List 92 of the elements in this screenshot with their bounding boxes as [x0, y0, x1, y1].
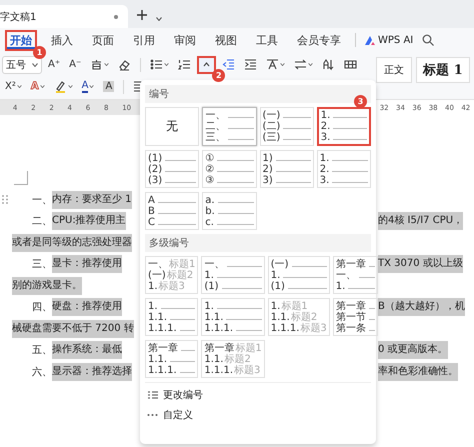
section-header: 多级编号: [145, 234, 371, 252]
caret-icon: [40, 85, 45, 88]
multilevel-option[interactable]: (一) 1. (1): [268, 256, 330, 294]
caret-icon: [32, 62, 38, 66]
numbering-option[interactable]: (1) (2) (3): [145, 150, 200, 188]
step-badge: 1: [33, 46, 46, 58]
caret-icon: [280, 63, 286, 66]
text-icon: [90, 58, 104, 71]
swap-arrows-icon: [294, 58, 308, 71]
unsaved-dot-icon: [114, 14, 118, 18]
style-preset[interactable]: 正文: [376, 57, 412, 83]
selected-text: 别的游戏显卡。: [12, 276, 82, 295]
menu-tab[interactable]: 开始: [5, 30, 37, 50]
selected-text: 显示器：推荐选择: [52, 362, 132, 381]
selected-text: 操作系统：最低: [52, 341, 122, 360]
list-icon: [147, 390, 158, 400]
numbering-option[interactable]: 1. 2. 3.: [316, 107, 371, 146]
multilevel-option[interactable]: 一、标题1 (一)标题2 1.标题3: [145, 256, 198, 294]
multilevel-option[interactable]: 第一章 第一节 第一条: [332, 298, 378, 336]
menu-tab[interactable]: 页面: [87, 30, 119, 50]
menu-tab[interactable]: 插入: [46, 30, 78, 50]
menu-tab[interactable]: 视图: [210, 30, 242, 50]
caret-icon: [104, 63, 110, 66]
bulleted-list-icon: [150, 58, 164, 71]
triangle-logo-icon: [365, 36, 375, 44]
menu-tab[interactable]: 工具: [251, 30, 283, 50]
selected-text: 或者是同等级的志强处理器: [12, 234, 132, 252]
multilevel-option[interactable]: 1.标题1 1.1.标题2 1.1.1.标题3: [268, 298, 330, 336]
caret-icon: [164, 63, 170, 66]
menu-action[interactable]: 自定义: [145, 406, 371, 424]
numbering-option[interactable]: 无: [145, 107, 200, 146]
list-number: 五、: [31, 344, 52, 358]
multilevel-option[interactable]: 1. 1.1. 1.1.1.: [145, 298, 198, 336]
selected-text: 械硬盘需要不低于 7200 转: [12, 320, 134, 338]
glyph-button[interactable]: A⁻: [66, 56, 84, 74]
multilevel-option[interactable]: 1. 1.1. 1.1.1.: [201, 298, 265, 336]
selected-text: 率和色彩准确性。: [378, 362, 458, 381]
menu-action[interactable]: 更改编号: [145, 386, 371, 404]
eraser-icon: [118, 58, 132, 71]
multilevel-option[interactable]: 第一章标题1 1.1.标题2 1.1.1.标题3: [201, 340, 265, 378]
numbered-list-icon: [178, 58, 192, 71]
numbering-option[interactable]: 1) 2) 3): [260, 150, 314, 188]
shaded-glyph-button[interactable]: A: [100, 78, 118, 96]
selected-text: 内存：要求至少 1: [52, 190, 132, 209]
numbering-option[interactable]: (一) (二) (三): [260, 107, 314, 146]
caret-icon: [68, 85, 73, 88]
numbering-option[interactable]: 一、 二、 三、: [202, 107, 256, 146]
search-icon[interactable]: [422, 34, 434, 46]
style-preset[interactable]: 标题 1: [416, 57, 470, 83]
numbering-option[interactable]: a. b. c.: [202, 192, 256, 230]
list-number: 二、: [31, 215, 52, 228]
numbering-option[interactable]: ① ② ③: [202, 150, 256, 188]
selected-text: 0 或更高版本。: [378, 341, 448, 360]
menu-tab[interactable]: 会员专享: [292, 30, 346, 50]
menu-tab[interactable]: 审阅: [169, 30, 201, 50]
list-number: 三、: [31, 258, 52, 272]
selected-text: TX 3070 或以上级: [378, 255, 463, 274]
expand-button[interactable]: [197, 56, 216, 74]
table-icon: [344, 58, 358, 71]
selected-text: 的4核 I5/I7 CPU，: [378, 212, 464, 230]
highlighter-icon: [54, 80, 67, 93]
step-badge: 2: [212, 68, 226, 82]
glyph-button[interactable]: A⁺: [45, 56, 64, 74]
color-glyph-button[interactable]: A: [78, 78, 98, 96]
list-number: 六、: [31, 366, 52, 379]
selected-text: CPU:推荐使用主: [52, 212, 126, 230]
indent-icon: [244, 58, 258, 71]
letter-spacing-icon: [266, 58, 280, 71]
plus-icon[interactable]: [136, 9, 148, 21]
numbering-option[interactable]: A B C: [145, 192, 200, 230]
selected-text: B（越大越好），机: [378, 298, 465, 316]
drag-handle-icon[interactable]: [2, 195, 8, 204]
multilevel-option[interactable]: 第一章 1.1. 1.1.1.: [145, 340, 198, 378]
selected-text: 显卡：推荐使用: [52, 255, 122, 274]
ai-button[interactable]: WPS AI: [365, 34, 414, 46]
margin-corner-mark: [14, 171, 28, 185]
selected-text: 硬盘：推荐使用: [52, 298, 122, 316]
list-number: 一、: [31, 194, 52, 207]
document-tab[interactable]: 字文稿1: [0, 5, 128, 28]
font-size-select[interactable]: 五号: [2, 56, 42, 74]
caret-icon[interactable]: [156, 17, 162, 21]
outdent-icon: [222, 58, 236, 71]
sort-icon: [322, 58, 336, 71]
menu-tab[interactable]: 引用: [128, 30, 160, 50]
list-number: 四、: [31, 301, 52, 314]
caret-icon: [89, 85, 94, 88]
multilevel-option[interactable]: 第一章 一、 1.: [332, 256, 378, 294]
numbering-option[interactable]: 1. 2. 3.: [316, 150, 371, 188]
multilevel-option[interactable]: 一、 1. (1): [201, 256, 265, 294]
caret-icon: [308, 63, 314, 66]
caret-icon: [16, 85, 22, 88]
glyph-button[interactable]: X²: [2, 78, 25, 96]
